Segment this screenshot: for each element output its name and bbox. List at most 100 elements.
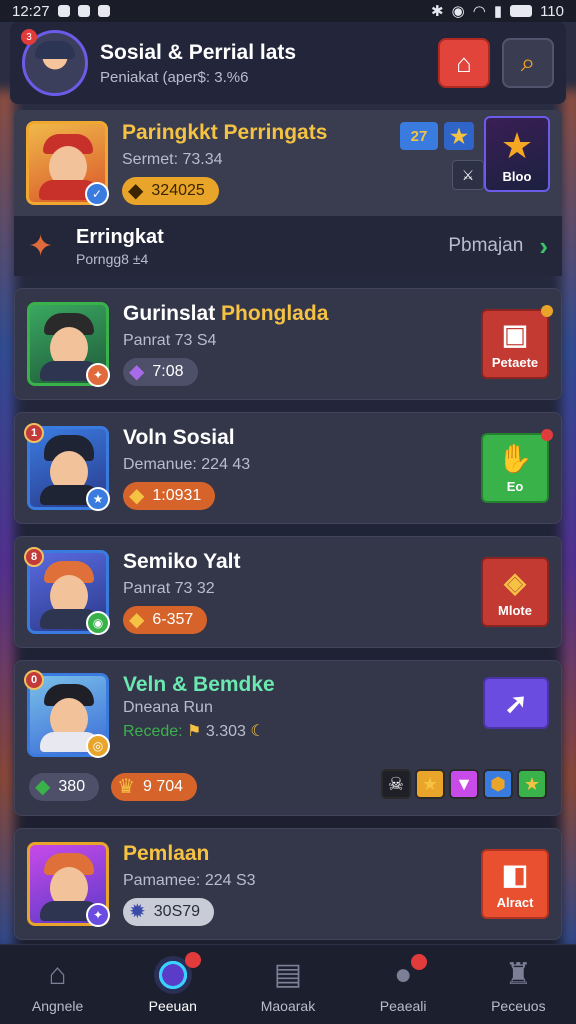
trash-icon: ▣ (501, 319, 529, 350)
rank-badge-icon: ◎ (86, 734, 110, 758)
mode-tile[interactable]: ⚔ (452, 160, 484, 190)
nav-item-trophy[interactable]: ♜ Peceuos (468, 956, 568, 1014)
player-avatar: ✦ (27, 842, 110, 927)
list-item[interactable]: ★ 1 Voln Sosial Demanue: 224 43 ◆ 1:0931… (14, 412, 562, 524)
featured-score: 324025 (151, 182, 205, 199)
level-number: 27 (410, 127, 428, 145)
delete-button[interactable]: ▣ Petaete (481, 305, 553, 379)
player-name-part2: Phonglada (221, 302, 329, 325)
tag-icon: ◈ (504, 567, 526, 598)
nav-label: Maoarak (260, 997, 316, 1014)
side-glow-left (0, 90, 14, 950)
nav-item-people[interactable]: ● Peaeali (353, 953, 453, 1014)
shop-button[interactable]: ⌂ (438, 38, 490, 88)
section-title: Erringkat (76, 225, 164, 248)
trophy-icon: ♜ (504, 958, 532, 991)
swords-icon: ⚔ (461, 166, 475, 183)
notification-icon (77, 5, 90, 17)
list-item[interactable]: ◉ 8 Semiko Yalt Panrat 73 32 ◆ 6-357 ◈ M… (14, 536, 562, 648)
score-value: 30S79 (153, 903, 201, 920)
nav-label: Peeuan (148, 997, 197, 1014)
signal-icon: ▮ (493, 3, 503, 20)
nav-notification-dot (411, 953, 428, 970)
section-header[interactable]: ✦ Erringkat Porngg8 ±4 Pbmajan › (14, 216, 562, 276)
side-glow-right (562, 90, 576, 950)
section-link[interactable]: Pbmajan (448, 235, 523, 257)
score-value: 7:08 (152, 363, 184, 380)
shield-badge-icon[interactable]: ⬢ (483, 769, 513, 799)
featured-avatar: ✓ (26, 121, 109, 206)
nav-item-calendar[interactable]: ▤ Maoarak (238, 956, 338, 1014)
gold-gem-icon: ◆ (128, 180, 144, 202)
note-button[interactable]: ◈ Mlote (481, 557, 549, 627)
score-pill: ◆ 7:08 (123, 358, 198, 386)
calendar-icon: ▤ (273, 958, 303, 991)
profile-avatar[interactable]: 3 (21, 29, 88, 96)
messenger-icon (57, 5, 70, 17)
action-label: Eo (506, 479, 524, 494)
people-icon: ● (394, 957, 413, 991)
notification-dot (541, 305, 553, 317)
alarm-icon: ◉ (451, 3, 465, 20)
list-item[interactable]: ✦ Pemlaan Pamamee: 224 S3 ✹ 30S79 ◧ Alra… (14, 828, 562, 940)
page-title: Sosial & Perrial lats (100, 40, 297, 64)
avatar-notification-badge: 3 (21, 29, 37, 45)
list-item[interactable]: ✦ Gurinslat Phonglada Panrat 73 S4 ◆ 7:0… (14, 288, 562, 400)
gem-icon: ◆ (129, 361, 145, 383)
action-label: Alract (496, 895, 534, 910)
star-badge-icon[interactable]: ★ (517, 769, 547, 799)
pin-icon: ⚑ (187, 723, 202, 740)
rank-badge-icon: ✦ (86, 363, 110, 387)
featured-badges: 27 ★ ⚔ ★ Bloo (400, 116, 550, 212)
rank-badge-icon: ★ (86, 487, 110, 511)
search-button[interactable]: ⌕ (502, 38, 554, 88)
chevron-right-icon[interactable]: › (539, 231, 548, 262)
score-pills: ◆ 380 ♛ 9 704 (29, 773, 198, 801)
rank-badge-icon: ✦ (86, 903, 110, 927)
player-avatar: ◎ 0 (24, 670, 110, 758)
gem-badge-icon[interactable]: ▼ (449, 769, 479, 799)
nav-notification-dot (184, 951, 201, 968)
bottom-nav: ⌂ Angnele Peeuan ▤ Maoarak ● Peaeali ♜ P… (0, 944, 576, 1024)
status-bar: 12:27 ✱ ◉ ◠ ▮ 110 (0, 0, 576, 22)
player-avatar: ◉ 8 (24, 547, 110, 635)
gold-gem-icon: ◆ (129, 485, 145, 507)
flame-icon: ✦ (28, 229, 54, 263)
rank-number: 8 (24, 547, 44, 567)
action-label: Mlote (498, 603, 532, 618)
app-icon (97, 5, 110, 17)
status-time: 12:27 (12, 2, 50, 20)
bloo-tile[interactable]: ★ Bloo (484, 116, 550, 192)
score-value-secondary: 9 704 (143, 778, 184, 795)
wifi-icon: ◠ (472, 3, 486, 20)
share-button[interactable]: ➚ (483, 677, 549, 729)
burst-star-icon: ★ (500, 124, 534, 166)
extra-label: Recede: (123, 723, 183, 740)
attract-button[interactable]: ◧ Alract (481, 849, 549, 919)
go-button[interactable]: ✋ Eo (481, 429, 553, 503)
app-header: 3 Sosial & Perrial lats Peniakat (aper$:… (10, 22, 566, 104)
rank-number: 1 (24, 423, 44, 443)
nav-item-orb[interactable]: Peeuan (123, 951, 223, 1014)
score-pill: ✹ 30S79 (123, 898, 215, 926)
verified-icon: ✓ (85, 182, 109, 206)
level-tile[interactable]: 27 (400, 122, 438, 150)
badge-strip: ☠ ★ ▼ ⬢ ★ (381, 769, 547, 799)
nav-label: Peceuos (491, 997, 546, 1014)
featured-card[interactable]: ✓ Paringkkt Perringats Sermet: 73.34 ◆ 3… (14, 110, 562, 216)
hand-icon: ✋ (497, 443, 533, 474)
star-badge-icon[interactable]: ★ (415, 769, 445, 799)
skull-badge-icon[interactable]: ☠ (381, 769, 411, 799)
star-tile[interactable]: ★ (444, 122, 474, 150)
notification-dot (541, 429, 553, 441)
rank-number: 0 (24, 670, 44, 690)
list-item[interactable]: ◎ 0 Veln & Bemdke Dneana Run Recede: ⚑ 3… (14, 660, 562, 816)
rank-badge-icon: ◉ (86, 611, 110, 635)
player-name-part1: Gurinslat (123, 302, 222, 325)
battery-icon (510, 5, 533, 17)
score-pill-secondary: ♛ 9 704 (111, 773, 198, 801)
eraser-icon: ◧ (501, 859, 529, 890)
nav-item-home[interactable]: ⌂ Angnele (8, 956, 108, 1014)
page-subtitle: Peniakat (aper$: 3.%6 (100, 68, 249, 86)
avatar-hat (35, 41, 75, 59)
